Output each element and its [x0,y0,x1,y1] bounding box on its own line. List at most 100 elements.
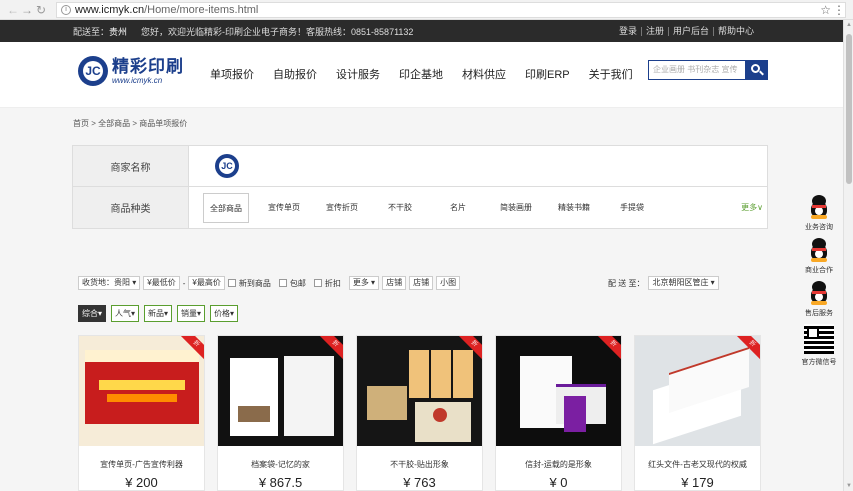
small-image-button[interactable]: 小图 [436,276,461,290]
category-row: 商品种类 全部商品 宣传单页 宣传折页 不干胶 名片 简装画册 精装书籍 手提袋… [73,187,767,228]
product-grid: 折 宣传单页-广告宣传利器 ¥ 200 折 档案袋-记忆的家 ¥ 867.5 折… [78,335,773,491]
product-price: ¥ 867.5 [258,475,303,490]
price-min-input[interactable]: ¥最低价 [143,276,180,290]
help-center-link[interactable]: 帮助中心 [714,26,758,36]
login-link[interactable]: 登录 [615,26,642,36]
qq-penguin-icon [808,238,830,262]
sort-tabs: 综合▾ 人气▾ 新品▾ 销量▾ 价格▾ [78,305,243,322]
nav-item-materials[interactable]: 材料供应 [462,66,506,82]
product-image[interactable]: 折 [496,336,621,446]
nav-item-print-base[interactable]: 印企基地 [399,66,443,82]
category-handbag[interactable]: 手提袋 [603,202,661,213]
logo-title: 精彩印刷 [112,56,184,76]
origin-select[interactable]: 收货地：贵阳 ▾ [78,276,141,290]
nav-item-erp[interactable]: 印刷ERP [525,66,570,82]
scroll-down-icon[interactable]: ▼ [846,483,852,489]
filter-table: 商家名称 JC 商品种类 全部商品 宣传单页 宣传折页 不干胶 名片 简装画册 … [72,145,768,229]
ship-to[interactable]: 配送至：贵州 [73,25,127,38]
qr-code-icon [804,324,834,354]
site-search: 企业画册 书刊杂志 宣传 [648,60,768,80]
user-center-link[interactable]: 用户后台 [669,26,714,36]
shop-button-2[interactable]: 店铺 [409,276,434,290]
nav-item-design[interactable]: 设计服务 [336,66,380,82]
browser-menu-icon[interactable]: ⋮ [833,3,845,17]
scroll-thumb[interactable] [846,34,852,184]
forward-icon[interactable]: → [20,3,34,17]
tab-sales[interactable]: 销量▾ [177,305,206,322]
search-input[interactable]: 企业画册 书刊杂志 宣传 [648,60,746,80]
merchant-logo-icon[interactable]: JC [215,154,239,178]
floating-service-bar: 业务咨询 商业合作 售后服务 官方微信号 [798,195,840,373]
product-card[interactable]: 折 档案袋-记忆的家 ¥ 867.5 [217,335,344,491]
info-icon[interactable]: i [61,4,71,15]
category-more-link[interactable]: 更多∨ [741,202,763,213]
product-image[interactable]: 折 [79,336,204,446]
register-link[interactable]: 注册 [642,26,669,36]
reload-icon[interactable]: ↻ [34,3,48,17]
main-content: 首页 > 全部商品 > 商品单项报价 商家名称 JC 商品种类 全部商品 宣传单… [0,108,843,491]
price-max-input[interactable]: ¥最高价 [188,276,225,290]
product-price: ¥ 200 [125,475,158,490]
product-image[interactable]: 折 [635,336,760,446]
free-shipping-checkbox[interactable]: 包邮 [278,278,306,289]
nav-item-self-quote[interactable]: 自助报价 [273,66,317,82]
product-card[interactable]: 折 红头文件-古老又现代的权威 ¥ 179 [634,335,761,491]
main-nav: 单项报价 自助报价 设计服务 印企基地 材料供应 印刷ERP 关于我们 [210,66,652,82]
address-bar[interactable]: i www.icmyk.cn/Home/more-items.html [56,1,846,18]
product-price: ¥ 763 [403,475,436,490]
topbar-links: 登录 注册 用户后台 帮助中心 [615,26,758,36]
product-card[interactable]: 折 宣传单页-广告宣传利器 ¥ 200 [78,335,205,491]
category-sticker[interactable]: 不干胶 [371,202,429,213]
category-flyer[interactable]: 宣传单页 [255,202,313,213]
product-card[interactable]: 折 不干胶-贴出形象 ¥ 763 [356,335,483,491]
product-image[interactable]: 折 [357,336,482,446]
search-button[interactable] [746,60,768,80]
bookmark-star-icon[interactable]: ☆ [820,3,831,17]
product-name[interactable]: 宣传单页-广告宣传利器 [79,459,204,470]
tab-new[interactable]: 新品▾ [144,305,173,322]
product-name[interactable]: 不干胶-贴出形象 [357,459,482,470]
breadcrumb[interactable]: 首页 > 全部商品 > 商品单项报价 [73,118,187,129]
product-image[interactable]: 折 [218,336,343,446]
category-business-card[interactable]: 名片 [429,202,487,213]
business-consult[interactable]: 业务咨询 [798,195,840,232]
product-card[interactable]: 折 信封-运载的是形象 ¥ 0 [495,335,622,491]
site-topbar: 配送至：贵州 您好，欢迎光临精彩-印刷企业电子商务！客服热线：0851-8587… [0,20,853,42]
category-label: 商品种类 [73,187,189,228]
discount-checkbox[interactable]: 折扣 [313,278,341,289]
product-name[interactable]: 红头文件-古老又现代的权威 [635,459,760,470]
category-folded[interactable]: 宣传折页 [313,202,371,213]
delivery-select[interactable]: 北京朝阳区管庄 ▾ [648,276,719,290]
product-price: ¥ 0 [549,475,568,490]
qq-penguin-icon [808,195,830,219]
new-items-checkbox[interactable]: 新到商品 [227,278,271,289]
category-brochure[interactable]: 简装画册 [487,202,545,213]
discount-ribbon: 折 [595,336,621,362]
tab-overall[interactable]: 综合▾ [78,305,107,322]
business-cooperation[interactable]: 商业合作 [798,238,840,275]
logo-url: www.icmyk.cn [112,75,163,85]
product-name[interactable]: 档案袋-记忆的家 [218,459,343,470]
merchant-row: 商家名称 JC [73,146,767,187]
delivery-to: 配 送 至： 北京朝阳区管庄 ▾ [608,276,719,290]
nav-item-about[interactable]: 关于我们 [589,66,633,82]
site-logo[interactable]: JC 精彩印刷 www.icmyk.cn [78,56,184,86]
after-sales-service[interactable]: 售后服务 [798,281,840,318]
nav-item-single-quote[interactable]: 单项报价 [210,66,254,82]
back-icon[interactable]: ← [6,3,20,17]
scroll-up-icon[interactable]: ▲ [846,22,852,28]
qq-penguin-icon [808,281,830,305]
url-host: www.icmyk.cn [75,3,145,16]
tab-price[interactable]: 价格▾ [210,305,239,322]
product-name[interactable]: 信封-运载的是形象 [496,459,621,470]
category-hardcover[interactable]: 精装书籍 [545,202,603,213]
merchant-label: 商家名称 [73,146,189,186]
page-scrollbar[interactable]: ▲ ▼ [843,20,853,491]
shop-button-1[interactable]: 店铺 [382,276,407,290]
sort-filter-bar: 收货地：贵阳 ▾ ¥最低价 - ¥最高价 新到商品 包邮 折扣 更多 ▾ 店铺 … [78,276,463,290]
delivery-label: 配 送 至： [608,278,645,288]
more-filter-dropdown[interactable]: 更多 ▾ [348,276,380,290]
tab-popularity[interactable]: 人气▾ [111,305,140,322]
category-all[interactable]: 全部商品 [203,192,249,223]
wechat-official[interactable]: 官方微信号 [798,324,840,367]
